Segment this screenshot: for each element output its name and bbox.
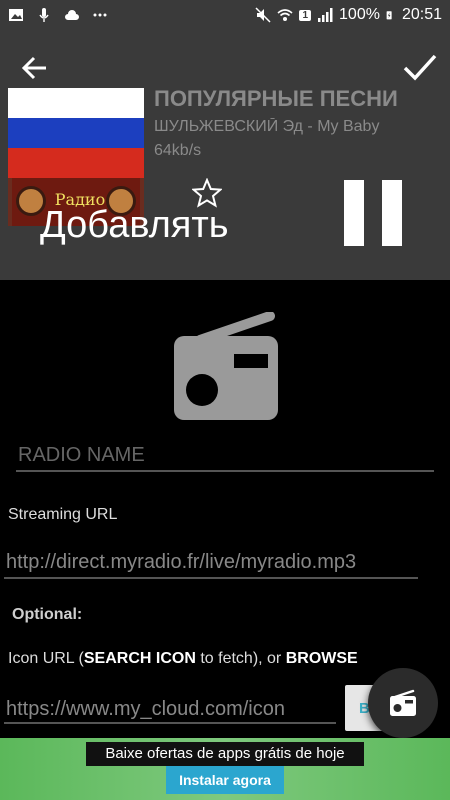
status-bar: 1 100% 20:51 (0, 0, 450, 32)
more-dots-icon (93, 13, 107, 17)
ad-banner[interactable]: Baixe ofertas de apps grátis de hoje Ins… (0, 738, 450, 800)
icon-url-label-prefix: Icon URL ( (8, 650, 84, 667)
optional-label: Optional: (12, 606, 83, 623)
clock: 20:51 (401, 6, 442, 23)
mic-icon (39, 8, 49, 22)
signal-icon (318, 8, 333, 22)
battery-charging-icon (386, 11, 392, 20)
mute-icon (255, 7, 271, 23)
radio-fab-button[interactable] (368, 668, 438, 738)
song-artist: ШУЛЬЖЕВСКИЙ Эд - My Baby (154, 118, 380, 135)
streaming-url-input[interactable] (6, 547, 416, 577)
search-icon-keyword: SEARCH ICON (83, 650, 196, 667)
song-title: ПОПУЛЯРНЫЕ ПЕСНИ (154, 86, 398, 111)
image-icon (9, 9, 23, 21)
player-header: Радио ПОПУЛЯРНЫЕ ПЕСНИ ШУЛЬЖЕВСКИЙ Эд - … (0, 32, 450, 280)
bitrate: 64kb/s (154, 142, 202, 159)
icon-url-underline (4, 722, 336, 724)
radio-icon (174, 312, 278, 420)
browse-keyword: BROWSE (285, 650, 358, 667)
battery-percent: 100% (339, 6, 380, 23)
flag-blue-stripe (8, 118, 144, 148)
icon-url-label: Icon URL (SEARCH ICON to fetch), or BROW… (8, 650, 358, 668)
status-left-icons (8, 7, 108, 23)
sim-badge: 1 (299, 9, 312, 21)
radio-name-underline (16, 470, 434, 472)
radio-name-input[interactable] (18, 440, 432, 470)
wifi-icon (277, 9, 293, 21)
streaming-url-label: Streaming URL (8, 506, 118, 523)
pause-icon-left-bar (344, 180, 364, 246)
back-arrow-icon[interactable] (20, 52, 52, 84)
install-now-button[interactable]: Instalar agora (166, 766, 284, 794)
icon-url-label-mid: to fetch), or (195, 650, 286, 667)
add-favorite-label[interactable]: Добавлять (40, 204, 229, 247)
icon-url-input[interactable] (6, 694, 332, 724)
flag-red-stripe (8, 148, 144, 178)
confirm-check-icon[interactable] (400, 50, 440, 86)
ad-text: Baixe ofertas de apps grátis de hoje (105, 745, 345, 762)
radio-small-icon (390, 689, 416, 716)
pause-button[interactable] (344, 180, 404, 246)
pause-icon-right-bar (382, 180, 402, 246)
streaming-url-underline (4, 577, 418, 579)
flag-white-stripe (8, 88, 144, 118)
cloud-icon (65, 10, 79, 20)
status-right-icons: 1 100% 20:51 (255, 6, 442, 24)
